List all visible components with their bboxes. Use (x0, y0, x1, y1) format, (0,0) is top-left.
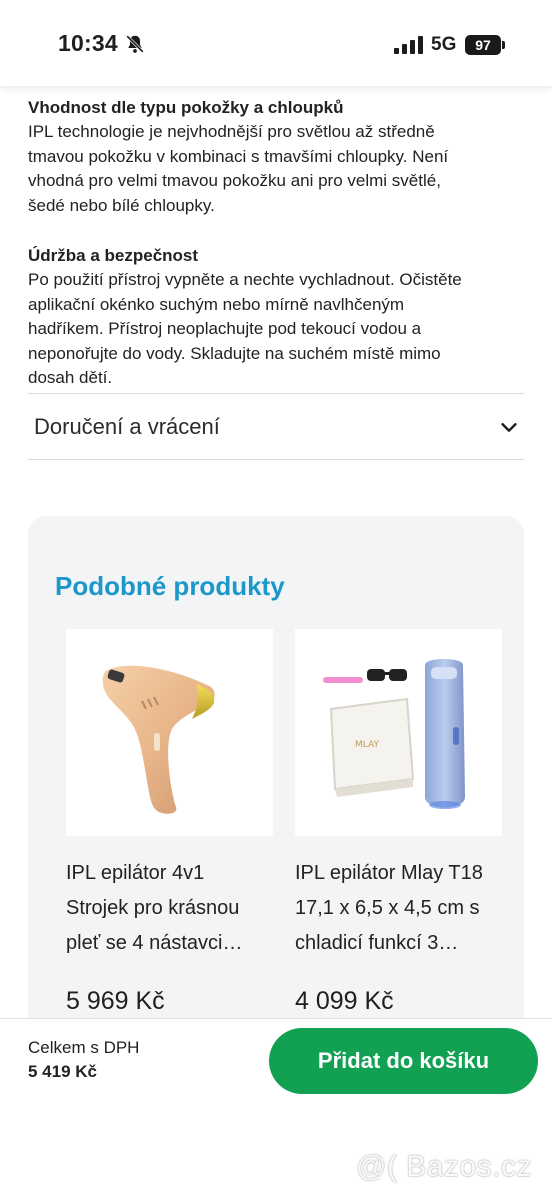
divider (28, 459, 524, 460)
product-title-line: pleť se 4 nástavci… (66, 932, 243, 954)
network-label: 5G (431, 34, 457, 55)
watermark: @( Bazos.cz (356, 1150, 532, 1183)
suitability-line: šedé nebo bílé chloupky. (28, 195, 215, 215)
divider (28, 393, 524, 394)
maintenance-heading: Údržba a bezpečnost (28, 246, 199, 265)
maintenance-line: dosah dětí. (28, 368, 113, 387)
bell-muted-icon (126, 35, 144, 53)
accordion-label: Doručení a vrácení (34, 414, 220, 439)
signal-icon (394, 36, 423, 54)
maintenance-section: Údržba a bezpečnost Po použití přístroj … (28, 244, 528, 391)
suitability-line: tmavou pokožku v kombinaci s tmavšími ch… (28, 146, 449, 166)
chevron-down-icon (501, 423, 517, 432)
similar-products-title: Podobné produkty (55, 571, 285, 601)
product-title-line: 17,1 x 6,5 x 4,5 cm s (295, 897, 480, 919)
status-time: 10:34 (58, 30, 118, 56)
box-label: MLAY (355, 740, 379, 750)
total-label: Celkem s DPH (28, 1038, 140, 1057)
maintenance-line: Po použití přístroj vypněte a nechte vyc… (28, 270, 462, 289)
suitability-heading: Vhodnost dle typu pokožky a chloupků (28, 98, 344, 117)
mlay-epilator-set-image: MLAY (323, 659, 465, 809)
product-card[interactable]: IPL epilátor 4v1 Strojek pro krásnou ple… (66, 629, 273, 1016)
product-price: 4 099 Kč (295, 987, 394, 1015)
total-value: 5 419 Kč (28, 1062, 97, 1081)
suitability-line: vhodná pro velmi tmavou pokožku ani pro … (28, 171, 441, 190)
product-image[interactable]: MLAY (295, 629, 502, 836)
similar-products-section: Podobné produkty IPL epilátor 4v1 Stroje… (28, 516, 524, 1036)
maintenance-line: aplikační okénko suchým nebo mírně navlh… (28, 294, 405, 314)
maintenance-line: neponořujte do vody. Skladujte na suchém… (28, 343, 441, 363)
product-title-line: chladicí funkcí 3… (295, 932, 459, 954)
product-price: 5 969 Kč (66, 987, 165, 1015)
suitability-line: IPL technologie je nejvhodnější pro svět… (28, 122, 435, 141)
product-title-line: IPL epilátor 4v1 (66, 862, 205, 884)
battery-icon: 97 (465, 35, 501, 55)
add-to-cart-button[interactable]: Přidat do košíku (269, 1028, 538, 1094)
delivery-returns-accordion[interactable]: Doručení a vrácení (28, 395, 524, 459)
product-title[interactable]: IPL epilátor 4v1 Strojek pro krásnou ple… (66, 856, 273, 961)
product-title-line: IPL epilátor Mlay T18 (295, 862, 483, 884)
product-title[interactable]: IPL epilátor Mlay T18 17,1 x 6,5 x 4,5 c… (295, 856, 497, 961)
battery-tip (502, 41, 505, 49)
product-image[interactable] (66, 629, 273, 836)
suitability-section: Vhodnost dle typu pokožky a chloupků IPL… (28, 96, 528, 218)
product-title-line: Strojek pro krásnou (66, 897, 240, 919)
status-bar: 10:34 5G 97 (0, 0, 552, 86)
ipl-epilator-gold-image (102, 665, 215, 814)
maintenance-line: hadříkem. Přístroj neoplachujte pod teko… (28, 319, 422, 338)
product-card[interactable]: MLAY IPL epilátor Mlay T18 17,1 x 6,5 x … (295, 629, 524, 1016)
